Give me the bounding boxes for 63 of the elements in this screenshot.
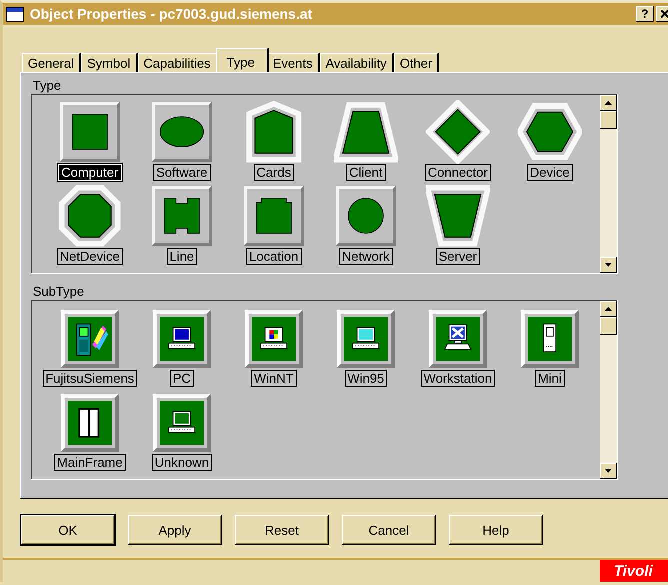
type-option[interactable]: Device <box>527 164 573 181</box>
windows-pc-icon[interactable] <box>245 310 303 368</box>
scrollbar[interactable] <box>600 301 617 479</box>
square-shape-icon[interactable] <box>60 102 120 162</box>
octagon-shape-icon[interactable] <box>58 184 122 248</box>
tab[interactable]: Symbol <box>81 53 138 72</box>
funnel-shape-icon[interactable] <box>426 184 490 248</box>
brand-logo: Tivoli <box>600 560 668 582</box>
dialog-button[interactable]: Reset <box>235 515 329 545</box>
handheld-device-icon[interactable] <box>61 310 119 368</box>
dialog-button[interactable]: Apply <box>128 515 222 545</box>
up-arrow-icon <box>605 101 612 105</box>
diamond-shape-icon[interactable] <box>426 100 490 164</box>
pc-icon[interactable] <box>153 310 211 368</box>
window-icon <box>6 6 24 22</box>
tab[interactable]: Type <box>216 48 269 72</box>
down-arrow-icon <box>605 469 612 473</box>
tab[interactable]: Other <box>394 53 440 72</box>
down-arrow-icon <box>605 263 612 267</box>
section-label: SubType <box>32 284 86 300</box>
type-option[interactable]: Network <box>339 248 393 265</box>
subtype-option[interactable]: Workstation <box>420 370 496 387</box>
up-arrow-icon <box>605 307 612 311</box>
subtype-option[interactable]: Win95 <box>344 370 388 387</box>
type-option[interactable]: Connector <box>425 164 491 181</box>
type-option[interactable]: Computer <box>58 164 122 181</box>
type-option[interactable]: Server <box>436 248 480 265</box>
type-option[interactable]: Cards <box>254 164 294 181</box>
circle-shape-icon[interactable] <box>336 186 396 246</box>
window-title: Object Properties - pc7003.gud.siemens.at <box>30 6 314 22</box>
tower-icon[interactable] <box>521 310 579 368</box>
dialog-button[interactable]: OK <box>21 515 115 545</box>
workstation-icon[interactable] <box>429 310 487 368</box>
computer-icon[interactable] <box>153 394 211 452</box>
dialog-button[interactable]: Cancel <box>342 515 436 545</box>
scrollbar[interactable] <box>600 95 617 273</box>
subtype-option[interactable]: PC <box>170 370 194 387</box>
subtype-option[interactable]: Mini <box>535 370 565 387</box>
type-option[interactable]: Client <box>346 164 386 181</box>
close-icon <box>661 10 668 18</box>
scrollbar-thumb[interactable] <box>600 111 617 129</box>
trapezoid-shape-icon[interactable] <box>334 100 398 164</box>
ellipse-shape-icon[interactable] <box>152 102 212 162</box>
dialog-button[interactable]: Help <box>449 515 543 545</box>
type-option[interactable]: Line <box>166 248 198 265</box>
subtype-option[interactable]: Unknown <box>152 454 212 471</box>
type-option[interactable]: NetDevice <box>57 248 123 265</box>
tab[interactable]: Events <box>267 53 320 72</box>
section-label: Type <box>32 78 62 94</box>
help-button[interactable]: ? <box>636 6 654 22</box>
tab[interactable]: Availability <box>320 53 394 72</box>
type-option[interactable]: Location <box>246 248 302 265</box>
subtype-option[interactable]: FujitsuSiemens <box>42 370 138 387</box>
subtype-option[interactable]: MainFrame <box>54 454 126 471</box>
stepped-shape-icon[interactable] <box>244 186 304 246</box>
computer-icon[interactable] <box>337 310 395 368</box>
subtype-option[interactable]: WinNT <box>251 370 297 387</box>
type-option[interactable]: Software <box>153 164 211 181</box>
tab[interactable]: General <box>22 53 82 72</box>
scrollbar-thumb[interactable] <box>600 317 617 335</box>
cabinet-icon[interactable] <box>61 394 119 452</box>
tab[interactable]: Capabilities <box>138 53 218 72</box>
notched-shape-icon[interactable] <box>152 186 212 246</box>
